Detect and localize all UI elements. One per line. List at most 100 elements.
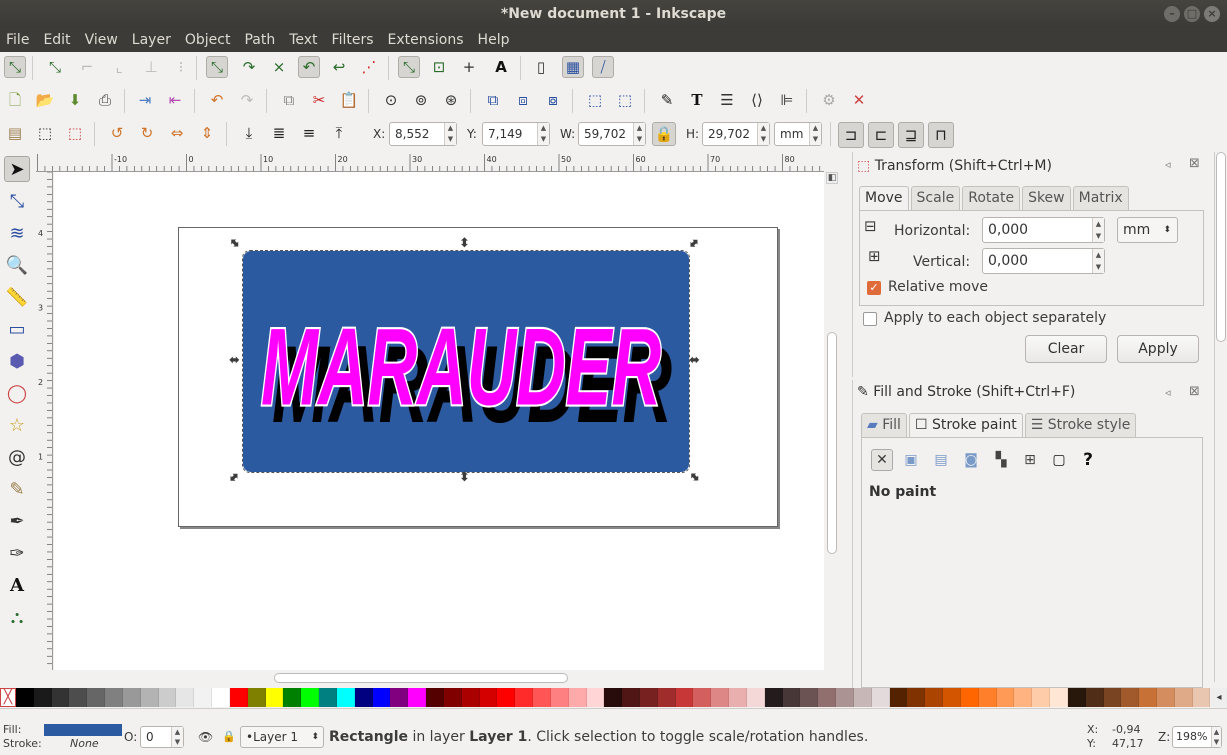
- tweak-tool-icon[interactable]: ≋: [4, 220, 30, 246]
- palette-swatch[interactable]: [943, 688, 961, 707]
- clone-icon[interactable]: ⧈: [512, 89, 534, 111]
- palette-swatch[interactable]: [996, 688, 1015, 707]
- palette-swatch[interactable]: [746, 688, 765, 707]
- snap-object-center-icon[interactable]: ⊡: [428, 56, 450, 78]
- h-input[interactable]: 29,702 ▲ ▼: [702, 122, 770, 146]
- xml-editor-icon[interactable]: ⟨⟩: [746, 89, 768, 111]
- palette-swatch[interactable]: [1103, 688, 1122, 707]
- stroke-value[interactable]: None: [70, 737, 99, 750]
- palette-swatch[interactable]: [764, 688, 783, 707]
- palette-swatch[interactable]: [907, 688, 926, 707]
- layer-lock-icon[interactable]: 🔒: [222, 730, 236, 743]
- snap-bbox-center-icon[interactable]: ⁝: [170, 56, 192, 78]
- palette-swatch[interactable]: [265, 688, 284, 707]
- no-paint-icon[interactable]: ✕: [871, 449, 893, 471]
- palette-swatch[interactable]: [443, 688, 462, 707]
- preferences-icon[interactable]: ⚙: [818, 89, 840, 111]
- palette-swatch[interactable]: [122, 688, 141, 707]
- palette-swatch[interactable]: [372, 688, 391, 707]
- scale-handle-bottom[interactable]: ⬍: [459, 470, 470, 485]
- palette-swatch[interactable]: [390, 688, 409, 707]
- menu-path[interactable]: Path: [244, 32, 275, 48]
- w-input[interactable]: 59,702 ▲ ▼: [578, 122, 646, 146]
- fill-stroke-dialog-icon[interactable]: ✎: [656, 89, 678, 111]
- palette-swatch[interactable]: [426, 688, 444, 707]
- palette-swatch[interactable]: [461, 688, 480, 707]
- text-font-dialog-icon[interactable]: T: [686, 89, 708, 111]
- vertical-scrollbar[interactable]: ◧: [826, 172, 838, 670]
- palette-swatch[interactable]: [354, 688, 373, 707]
- palette-swatch[interactable]: [693, 688, 712, 707]
- lower-icon[interactable]: ≣: [268, 122, 290, 144]
- y-input[interactable]: 7,149 ▲ ▼: [482, 122, 550, 146]
- palette-swatch[interactable]: [158, 688, 177, 707]
- tab-stroke-style[interactable]: ☰ Stroke style: [1024, 413, 1137, 437]
- palette-swatch[interactable]: [550, 688, 569, 707]
- palette-swatch[interactable]: [1192, 688, 1211, 707]
- none-swatch-icon[interactable]: ╳: [0, 688, 16, 707]
- palette-swatch[interactable]: [212, 688, 230, 707]
- spiral-tool-icon[interactable]: @: [4, 444, 30, 470]
- horizontal-scroll-thumb[interactable]: [274, 673, 568, 683]
- palette-swatch[interactable]: [925, 688, 944, 707]
- select-all-layers-icon[interactable]: ⬚: [34, 122, 56, 144]
- lock-icon[interactable]: 🔒: [652, 122, 676, 146]
- snap-paths-icon[interactable]: ↷: [238, 56, 260, 78]
- minimize-icon[interactable]: –: [1164, 6, 1180, 22]
- radial-gradient-icon[interactable]: ◙: [960, 449, 982, 471]
- dock-scrollbar[interactable]: [1214, 152, 1227, 682]
- palette-swatch[interactable]: [140, 688, 159, 707]
- palette-swatch[interactable]: [69, 688, 88, 707]
- apply-each-checkbox[interactable]: [863, 312, 877, 326]
- palette-swatch[interactable]: [711, 688, 730, 707]
- palette-swatch[interactable]: [497, 688, 516, 707]
- rotate-ccw-icon[interactable]: ↺: [106, 122, 128, 144]
- snap-bbox-midpoint-icon[interactable]: ⊥: [140, 56, 162, 78]
- menu-view[interactable]: View: [85, 32, 118, 48]
- opacity-input[interactable]: 0 ▲ ▼: [140, 726, 184, 748]
- undo-icon[interactable]: ↶: [206, 89, 228, 111]
- spray-tool-icon[interactable]: ⛬: [4, 604, 30, 630]
- snap-cusp-nodes-icon[interactable]: ↶: [298, 56, 320, 78]
- palette-swatch[interactable]: [408, 688, 427, 707]
- calligraphy-tool-icon[interactable]: ✑: [4, 540, 30, 566]
- ellipse-tool-icon[interactable]: ◯: [4, 380, 30, 406]
- horizontal-input[interactable]: 0,000 ▲ ▼: [982, 217, 1105, 243]
- snap-rotation-center-icon[interactable]: +: [458, 56, 480, 78]
- palette-swatch[interactable]: [515, 688, 534, 707]
- palette-menu-icon[interactable]: ◂: [1211, 688, 1227, 707]
- palette-swatch[interactable]: [889, 688, 908, 707]
- palette-swatch[interactable]: [1085, 688, 1104, 707]
- palette-swatch[interactable]: [1050, 688, 1068, 707]
- snap-others-icon[interactable]: ⤡: [398, 56, 420, 78]
- unset-paint-icon[interactable]: ▢: [1048, 449, 1070, 471]
- tab-rotate[interactable]: Rotate: [962, 186, 1021, 210]
- palette-swatch[interactable]: [639, 688, 658, 707]
- palette-swatch[interactable]: [1157, 688, 1175, 707]
- scale-stroke-icon[interactable]: ⊐: [838, 122, 864, 148]
- deselect-icon[interactable]: ⬚: [64, 122, 86, 144]
- group-icon[interactable]: ⬚: [584, 89, 606, 111]
- snap-bbox-corner-icon[interactable]: ⌞: [108, 56, 130, 78]
- new-document-icon[interactable]: 🗋: [4, 89, 26, 111]
- scale-handle-right[interactable]: ⬌: [689, 353, 700, 368]
- menu-text[interactable]: Text: [289, 32, 317, 48]
- snap-nodes-icon[interactable]: ⤡: [206, 56, 228, 78]
- raise-icon[interactable]: ≡: [298, 122, 320, 144]
- zoom-page-icon[interactable]: ⊛: [440, 89, 462, 111]
- flip-horizontal-icon[interactable]: ⇔: [166, 122, 188, 144]
- snap-intersections-icon[interactable]: ⨯: [268, 56, 290, 78]
- drawing-canvas[interactable]: MARAUDER MARAUDER ⬌ ⬍ ⬌ ⬌ ⬌ ⬌ ⬍ ⬌: [54, 172, 824, 670]
- snap-guides-icon[interactable]: ⧸: [592, 56, 614, 78]
- snap-line-midpoints-icon[interactable]: ⋰: [358, 56, 380, 78]
- current-layer-select[interactable]: •Layer 1 ⬍: [240, 726, 324, 748]
- pattern-icon[interactable]: ▚: [990, 449, 1012, 471]
- snap-bbox-icon[interactable]: ⤡: [44, 56, 66, 78]
- menu-extensions[interactable]: Extensions: [388, 32, 464, 48]
- align-distribute-icon[interactable]: ⊫: [776, 89, 798, 111]
- tab-matrix[interactable]: Matrix: [1072, 186, 1129, 210]
- zoom-tool-icon[interactable]: 🔍: [4, 252, 30, 278]
- layer-visibility-icon[interactable]: 👁: [198, 730, 213, 744]
- ungroup-icon[interactable]: ⬚: [614, 89, 636, 111]
- node-tool-icon[interactable]: ⤡: [4, 188, 30, 214]
